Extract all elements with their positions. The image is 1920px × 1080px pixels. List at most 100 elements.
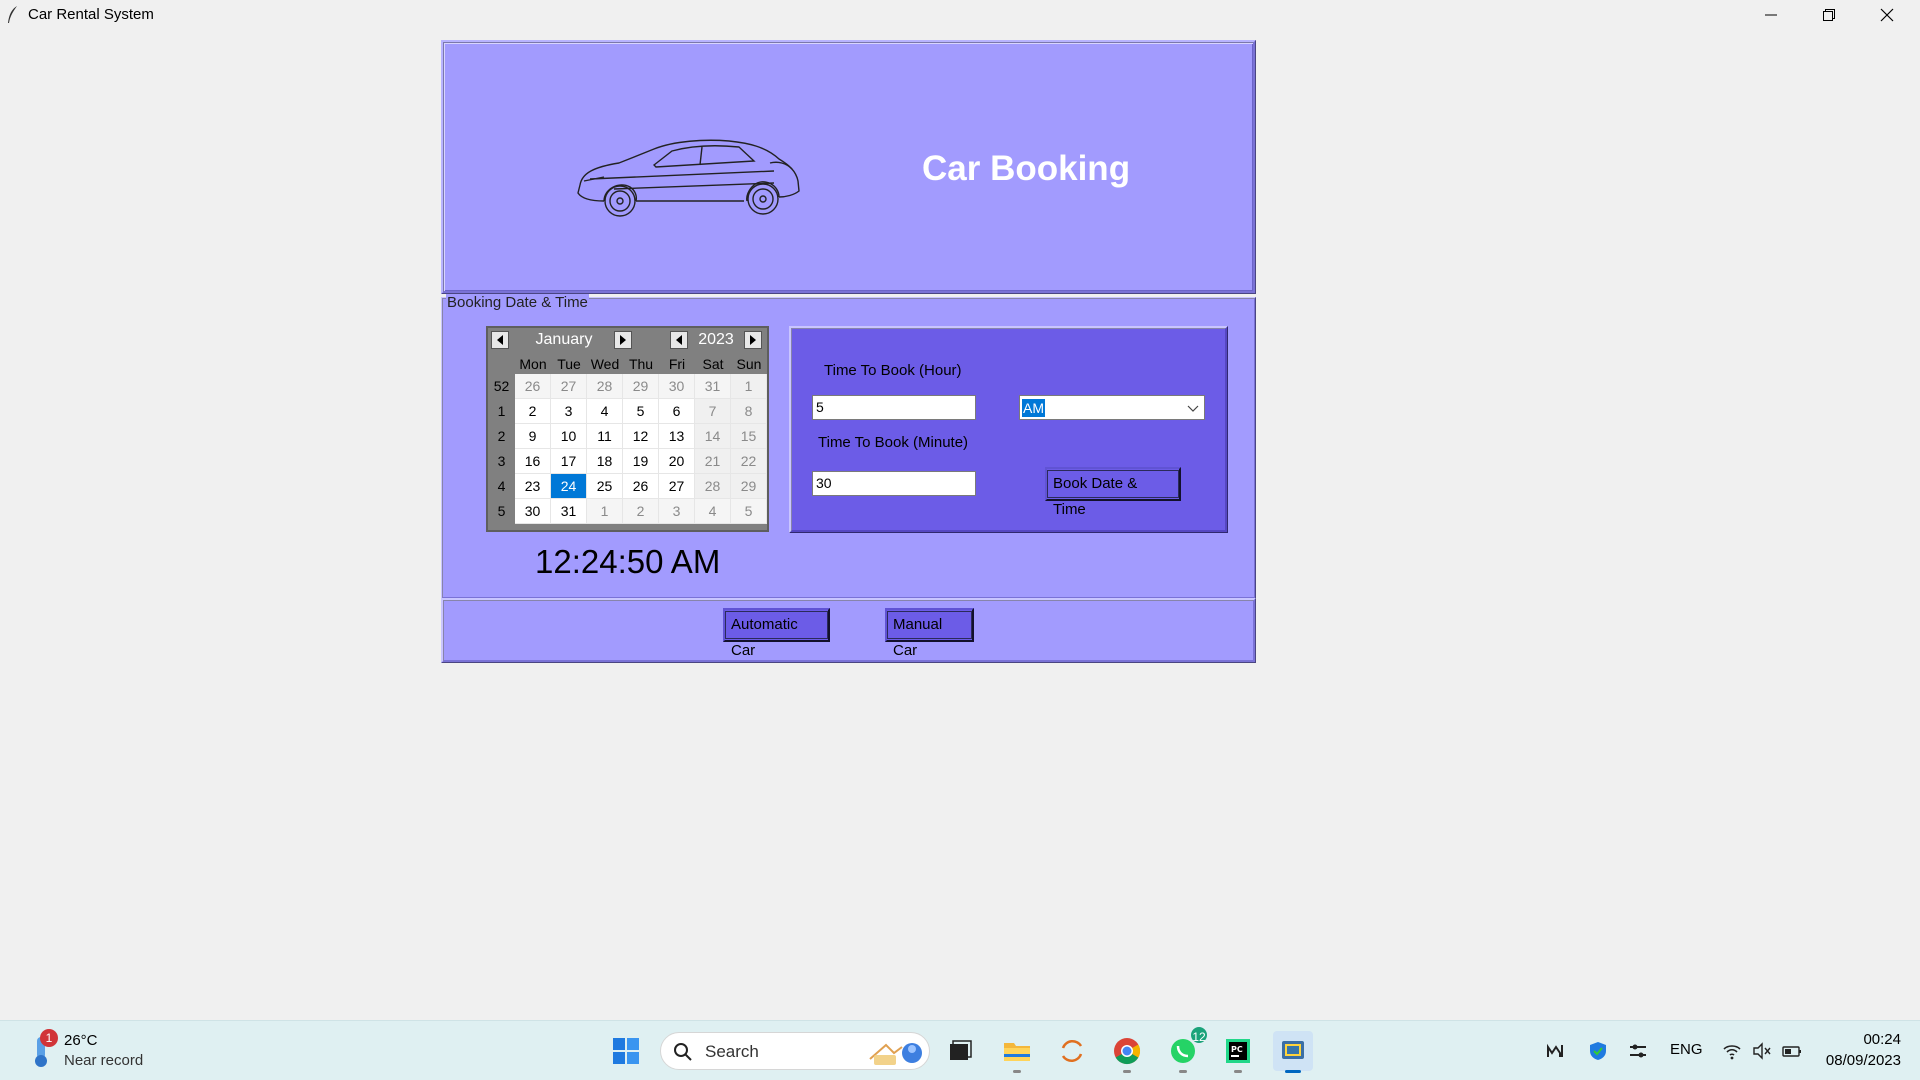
whatsapp-button[interactable]: 12 [1163,1025,1209,1073]
calendar-day[interactable]: 5 [731,499,767,524]
calendar-day[interactable]: 20 [659,449,695,474]
calendar-day[interactable]: 29 [623,374,659,399]
weather-widget[interactable]: 1 26°C Near record [26,1029,156,1073]
search-highlight-icon [869,1043,922,1065]
start-button[interactable] [606,1031,646,1071]
calendar-day[interactable]: 22 [731,449,767,474]
calendar-day[interactable]: 27 [551,374,587,399]
calendar-weeks: 52 26 27 28 29 30 31 1 1 2 3 4 5 6 7 8 2 9 10 11 12 13 14 15 3 16… [488,374,767,524]
file-explorer-icon [1004,1043,1030,1061]
file-explorer-button[interactable] [997,1031,1037,1073]
calendar-day[interactable]: 23 [515,474,551,499]
settings-sliders-button[interactable] [1626,1039,1650,1063]
sliders-icon [1630,1044,1646,1058]
tray-app-button[interactable] [1544,1039,1568,1063]
calendar-day[interactable]: 9 [515,424,551,449]
calendar-week-row: 2 9 10 11 12 13 14 15 [488,424,767,449]
calendar-day[interactable]: 1 [587,499,623,524]
running-indicator [1123,1070,1131,1073]
weekday-label: Fri [659,354,695,374]
calendar-day[interactable]: 30 [515,499,551,524]
calendar-day[interactable]: 2 [623,499,659,524]
taskbar-time[interactable]: 00:24 [1863,1031,1901,1048]
wifi-button[interactable] [1720,1039,1744,1063]
next-year-button[interactable] [744,331,762,349]
calendar-day[interactable]: 15 [731,424,767,449]
language-indicator[interactable]: ENG [1670,1041,1703,1058]
calendar-day[interactable]: 27 [659,474,695,499]
next-month-button[interactable] [614,331,632,349]
calendar-day[interactable]: 25 [587,474,623,499]
car-icon [577,139,800,217]
calendar-day[interactable]: 21 [695,449,731,474]
close-button[interactable] [1858,0,1916,30]
calendar-day[interactable]: 16 [515,449,551,474]
calendar-day[interactable]: 11 [587,424,623,449]
calendar-day[interactable]: 29 [731,474,767,499]
calendar-day[interactable]: 31 [551,499,587,524]
taskbar-date[interactable]: 08/09/2023 [1826,1052,1901,1069]
book-date-time-label: Book Date & Time [1047,470,1179,518]
calendar-day[interactable]: 1 [731,374,767,399]
automatic-car-button[interactable]: Automatic Car [723,608,830,659]
taskbar-search[interactable]: Search [660,1032,930,1070]
chrome-button[interactable] [1107,1031,1147,1073]
chevron-down-icon [1187,405,1199,412]
manual-car-button[interactable]: Manual Car [885,608,974,659]
security-button[interactable] [1586,1039,1610,1063]
calendar-day[interactable]: 31 [695,374,731,399]
calendar-day[interactable]: 8 [731,399,767,424]
minute-input[interactable]: 30 [812,471,976,496]
calendar-day-selected[interactable]: 24 [551,474,587,499]
clock-display: 12:24:50 AM [535,543,721,580]
calendar-day[interactable]: 30 [659,374,695,399]
running-indicator [1179,1070,1187,1073]
calendar-day[interactable]: 4 [587,399,623,424]
window-title: Car Rental System [28,6,154,23]
book-date-time-button[interactable]: Book Date & Time [1045,467,1181,518]
python-button[interactable] [1273,1031,1313,1073]
weekday-label: Wed [587,354,623,374]
calendar-day[interactable]: 6 [659,399,695,424]
ampm-select[interactable]: AM [1019,395,1205,420]
restore-button[interactable] [1800,0,1858,30]
calendar-day[interactable]: 19 [623,449,659,474]
calendar[interactable]: January 2023 Mon Tue Wed Thu Fri Sat Sun… [486,326,769,532]
triangle-right-icon [750,335,756,345]
search-icon [674,1043,692,1061]
pycharm-button[interactable]: PC [1218,1031,1258,1073]
calendar-day[interactable]: 26 [623,474,659,499]
hour-input[interactable]: 5 [812,395,976,420]
calendar-day[interactable]: 12 [623,424,659,449]
calendar-day[interactable]: 7 [695,399,731,424]
volume-button[interactable] [1750,1039,1774,1063]
minimize-button[interactable] [1742,0,1800,30]
calendar-week-row: 52 26 27 28 29 30 31 1 [488,374,767,399]
refresh-app-button[interactable] [1052,1031,1092,1071]
calendar-day[interactable]: 4 [695,499,731,524]
weekday-label: Thu [623,354,659,374]
calendar-day[interactable]: 14 [695,424,731,449]
calendar-day[interactable]: 18 [587,449,623,474]
prev-year-button[interactable] [670,331,688,349]
calendar-day[interactable]: 5 [623,399,659,424]
calendar-day[interactable]: 2 [515,399,551,424]
running-indicator [1234,1070,1242,1073]
calendar-day[interactable]: 28 [587,374,623,399]
calendar-day[interactable]: 28 [695,474,731,499]
triangle-left-icon [676,335,682,345]
search-placeholder: Search [705,1042,759,1061]
task-view-button[interactable] [940,1031,980,1071]
feather-icon [8,6,17,23]
calendar-week-row: 3 16 17 18 19 20 21 22 [488,449,767,474]
title-bar: Car Rental System [0,0,1920,30]
calendar-day[interactable]: 10 [551,424,587,449]
calendar-day[interactable]: 17 [551,449,587,474]
calendar-day[interactable]: 3 [659,499,695,524]
calendar-day[interactable]: 13 [659,424,695,449]
prev-month-button[interactable] [491,331,509,349]
calendar-day[interactable]: 26 [515,374,551,399]
calendar-day[interactable]: 3 [551,399,587,424]
battery-button[interactable] [1780,1039,1804,1063]
automatic-car-label: Automatic Car [725,611,828,659]
